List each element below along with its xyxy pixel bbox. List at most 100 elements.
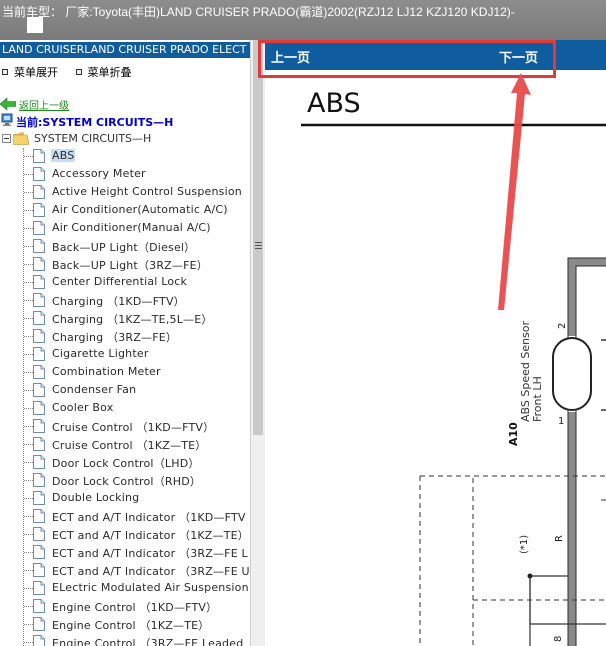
menu-toolbar: 菜单展开 菜单折叠 xyxy=(0,64,144,80)
document-icon xyxy=(33,617,45,631)
panel-splitter[interactable] xyxy=(250,40,265,646)
wire-label-r: R xyxy=(554,535,565,542)
computer-icon xyxy=(1,113,13,126)
collapse-toggle-icon[interactable] xyxy=(2,134,11,143)
tree-item[interactable]: ECT and A/T Indicator （3RZ—FE U xyxy=(0,561,250,579)
tree-item[interactable]: Charging （1KZ—TE,5L—E） xyxy=(0,309,250,327)
document-icon xyxy=(33,545,45,559)
document-icon xyxy=(33,275,45,289)
tree-item[interactable]: Cruise Control （1KD—FTV） xyxy=(0,417,250,435)
tree-item[interactable]: ECT and A/T Indicator （1KD—FTV xyxy=(0,507,250,525)
document-icon xyxy=(33,149,45,163)
tree-connector xyxy=(24,336,33,337)
harness-wires xyxy=(568,258,606,646)
tree-item[interactable]: Double Locking xyxy=(0,489,250,507)
expand-icon xyxy=(2,69,8,75)
tree-item[interactable]: Charging （3RZ—FE） xyxy=(0,327,250,345)
document-icon xyxy=(33,473,45,487)
tree-connector xyxy=(24,606,33,607)
tree-item[interactable]: Cigarette Lighter xyxy=(0,345,250,363)
tree-item[interactable]: Center Differential Lock xyxy=(0,273,250,291)
tree-item-label: ABS xyxy=(51,149,76,162)
splice-point xyxy=(527,573,533,579)
document-icon xyxy=(33,257,45,271)
tree-item-label: Back—UP Light（3RZ—FE） xyxy=(52,259,208,272)
document-icon xyxy=(33,455,45,469)
document-icon xyxy=(33,221,45,235)
window-title: 当前车型： 厂家:Toyota(丰田)LAND CRUISER PRADO(霸道… xyxy=(2,5,515,19)
tree-item-label: Door Lock Control（RHD） xyxy=(52,475,202,488)
back-link[interactable]: 返回上一级 xyxy=(19,97,69,112)
tree-item[interactable]: Back—UP Light（Diesel） xyxy=(0,237,250,255)
document-icon xyxy=(33,185,45,199)
document-icon xyxy=(33,203,45,217)
tree-connector xyxy=(24,426,33,427)
tree-connector xyxy=(24,570,33,571)
tree-item[interactable]: Engine Control （3RZ—FE Leaded xyxy=(0,633,250,646)
tree-item[interactable]: ABS xyxy=(0,147,250,165)
tree-item[interactable]: Door Lock Control（LHD） xyxy=(0,453,250,471)
back-arrow-icon xyxy=(0,98,16,110)
pin-top-label: 2 xyxy=(557,323,568,329)
tree-connector xyxy=(24,174,33,175)
tree-item[interactable]: Cruise Control （1KZ—TE） xyxy=(0,435,250,453)
tree-connector xyxy=(24,246,33,247)
tree-item-label: Engine Control （3RZ—FE Leaded xyxy=(52,637,244,646)
window-icon xyxy=(27,17,43,33)
tree-item[interactable]: Door Lock Control（RHD） xyxy=(0,471,250,489)
tree-connector xyxy=(24,354,33,355)
tree-item[interactable]: ECT and A/T Indicator （1KZ—TE） xyxy=(0,525,250,543)
tree-connector xyxy=(24,210,33,211)
document-icon xyxy=(33,365,45,379)
document-icon xyxy=(33,167,45,181)
diagram-page-title: ABS xyxy=(307,88,361,119)
tree-connector xyxy=(24,408,33,409)
tree-item[interactable]: Condenser Fan xyxy=(0,381,250,399)
tree-connector xyxy=(24,534,33,535)
tree-connector xyxy=(24,228,33,229)
document-icon xyxy=(33,599,45,613)
collapse-menu-button[interactable]: 菜单折叠 xyxy=(75,64,132,80)
tree-item-label: Cooler Box xyxy=(52,401,114,414)
scrollbar-thumb[interactable] xyxy=(253,40,263,435)
tree-items: ABS Accessory Meter Active Height Control … xyxy=(0,147,250,646)
tree-item[interactable]: Cooler Box xyxy=(0,399,250,417)
document-icon xyxy=(33,563,45,577)
tree-item[interactable]: Charging （1KD—FTV） xyxy=(0,291,250,309)
tree-connector xyxy=(24,282,33,283)
window-titlebar: 当前车型： 厂家:Toyota(丰田)LAND CRUISER PRADO(霸道… xyxy=(0,0,606,40)
document-icon xyxy=(33,527,45,541)
adjacent-component-edge xyxy=(601,339,606,411)
tree-item-label: Combination Meter xyxy=(52,365,161,378)
tree-item[interactable]: Engine Control （1KZ—TE） xyxy=(0,615,250,633)
tree-item[interactable]: ELectric Modulated Air Suspension xyxy=(0,579,250,597)
tree-item[interactable]: Accessory Meter xyxy=(0,165,250,183)
nav-highlight-box xyxy=(258,40,556,78)
tree-item-label: Cigarette Lighter xyxy=(52,347,149,360)
document-icon xyxy=(33,239,45,253)
tree-connector xyxy=(24,444,33,445)
tree-item[interactable]: Engine Control （1KD—FTV） xyxy=(0,597,250,615)
splitter-grip-icon[interactable] xyxy=(255,242,262,250)
tree-item-label: Condenser Fan xyxy=(52,383,137,396)
tree-item[interactable]: ECT and A/T Indicator （3RZ—FE L xyxy=(0,543,250,561)
document-icon xyxy=(33,383,45,397)
tree-item-label: Accessory Meter xyxy=(52,167,146,180)
tree-item-label: Charging （1KD—FTV） xyxy=(52,295,185,308)
tree-item-label: Cruise Control （1KZ—TE） xyxy=(52,439,207,452)
tree-item[interactable]: Air Conditioner(Manual A/C) xyxy=(0,219,250,237)
tree-item-label: Back—UP Light（Diesel） xyxy=(52,241,196,254)
tree-item[interactable]: Combination Meter xyxy=(0,363,250,381)
document-icon xyxy=(33,581,45,595)
tree-item[interactable]: Back—UP Light（3RZ—FE） xyxy=(0,255,250,273)
tree-connector xyxy=(24,390,33,391)
expand-menu-button[interactable]: 菜单展开 xyxy=(2,64,58,80)
document-icon xyxy=(33,329,45,343)
tree-item[interactable]: Air Conditioner(Automatic A/C) xyxy=(0,201,250,219)
dashed-boxes xyxy=(419,475,606,646)
tree-item[interactable]: Active Height Control Suspension xyxy=(0,183,250,201)
folder-open-icon xyxy=(13,132,29,145)
tree-item-label: ECT and A/T Indicator （3RZ—FE L xyxy=(52,547,248,560)
document-icon xyxy=(33,509,45,523)
sensor-position: Front LH xyxy=(531,376,544,422)
